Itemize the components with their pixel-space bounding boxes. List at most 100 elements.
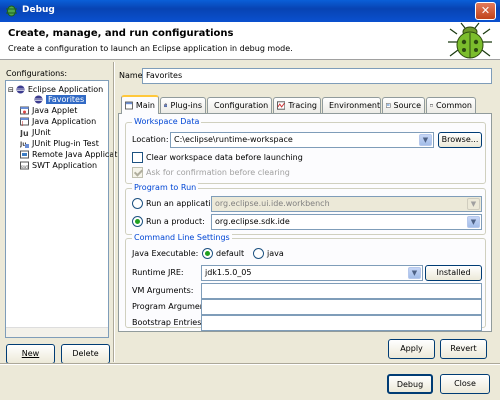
- tree-item-eclipse-application[interactable]: ⊟ Eclipse Application: [8, 85, 103, 94]
- tab-label: Tracing: [288, 101, 317, 110]
- tab-plug-ins[interactable]: Plug-ins: [160, 97, 206, 113]
- remote-java-icon: [20, 150, 29, 159]
- runtime-jre-value: jdk1.5.0_05: [205, 268, 252, 277]
- tree-item-swt-application[interactable]: SWT SWT Application: [20, 161, 97, 170]
- tab-tracing[interactable]: Tracing: [273, 97, 321, 113]
- tree-item-label: Java Application: [32, 117, 97, 126]
- tab-label: Configuration: [214, 101, 269, 110]
- tree-item-favorites[interactable]: Favorites: [34, 95, 87, 104]
- close-button-label: Close: [454, 379, 476, 388]
- tab-label: Plug-ins: [170, 101, 202, 110]
- run-application-radio[interactable]: [132, 198, 143, 209]
- apply-button-label: Apply: [400, 344, 423, 353]
- tree-item-label: Eclipse Application: [27, 85, 104, 94]
- command-line-settings-group: Command Line Settings Java Executable: d…: [125, 233, 486, 331]
- program-arguments-field[interactable]: [201, 299, 482, 315]
- delete-button[interactable]: Delete: [61, 344, 110, 364]
- tree-item-junit[interactable]: Ju JUnit: [20, 128, 51, 137]
- location-combo[interactable]: C:\eclipse\runtime-workspace ▼: [170, 132, 434, 148]
- chevron-down-icon[interactable]: ▼: [408, 267, 421, 279]
- tree-item-remote-java-application[interactable]: Remote Java Applicati: [20, 150, 120, 159]
- tab-configuration[interactable]: Configuration: [207, 97, 272, 113]
- common-icon: [430, 104, 433, 107]
- tree-item-java-application[interactable]: J Java Application: [20, 117, 96, 126]
- main-tab-icon: [125, 101, 133, 110]
- location-label: Location:: [132, 135, 169, 144]
- java-app-icon: J: [20, 117, 29, 126]
- workspace-data-group: Workspace Data Location: C:\eclipse\runt…: [125, 117, 486, 184]
- delete-button-label: Delete: [72, 349, 99, 358]
- run-product-radio[interactable]: [132, 216, 143, 227]
- tree-item-label: SWT Application: [32, 161, 98, 170]
- tree-horizontal-scrollbar[interactable]: [6, 327, 108, 337]
- command-line-settings-title: Command Line Settings: [132, 233, 232, 242]
- configurations-tree[interactable]: ⊟ Eclipse Application Favorites Java App…: [5, 80, 120, 338]
- java-default-radio[interactable]: [202, 248, 213, 259]
- chevron-down-icon[interactable]: ▼: [467, 216, 480, 228]
- tab-label: Main: [135, 101, 155, 110]
- tab-label: Source: [393, 101, 421, 110]
- product-value: org.eclipse.sdk.ide: [215, 217, 290, 226]
- junit-icon: Ju: [20, 129, 29, 137]
- tree-item-label: Java Applet: [32, 106, 78, 115]
- application-combo[interactable]: org.eclipse.ui.ide.workbench ▼: [211, 196, 482, 212]
- ask-confirmation-checkbox[interactable]: [132, 167, 143, 178]
- header-title: Create, manage, and run configurations: [8, 28, 234, 39]
- main-tab-panel: Workspace Data Location: C:\eclipse\runt…: [118, 113, 492, 332]
- header-subtitle: Create a configuration to launch an Ecli…: [8, 44, 293, 53]
- product-combo[interactable]: org.eclipse.sdk.ide ▼: [211, 214, 482, 230]
- clear-workspace-checkbox[interactable]: [132, 152, 143, 163]
- close-button[interactable]: Close: [440, 374, 490, 394]
- bootstrap-entries-label: Bootstrap Entries:: [132, 318, 205, 327]
- runtime-jre-combo[interactable]: jdk1.5.0_05 ▼: [201, 265, 423, 281]
- ask-confirmation-label: Ask for confirmation before clearing: [146, 168, 290, 177]
- tree-item-label: Favorites: [46, 95, 87, 104]
- program-to-run-group: Program to Run Run an application: org.e…: [125, 183, 486, 235]
- eclipse-icon: [16, 85, 25, 94]
- applet-icon: [20, 106, 29, 115]
- browse-button-label: Browse...: [441, 135, 479, 144]
- installed-jres-button[interactable]: Installed JREs...: [425, 265, 482, 291]
- tree-item-label: Remote Java Applicati: [32, 150, 120, 159]
- swt-icon: SWT: [20, 161, 29, 170]
- new-button[interactable]: New: [6, 344, 55, 364]
- application-value: org.eclipse.ui.ide.workbench: [215, 199, 330, 208]
- tree-item-label: JUnit: [32, 128, 51, 137]
- apply-button[interactable]: Apply: [388, 339, 435, 359]
- location-value: C:\eclipse\runtime-workspace: [174, 135, 293, 144]
- tab-main[interactable]: Main: [121, 95, 159, 114]
- pane-divider[interactable]: [113, 62, 115, 362]
- title-bar: Debug ✕: [0, 0, 500, 22]
- junit-plugin-icon: Ju: [20, 141, 29, 148]
- dialog-header: Create, manage, and run configurations C…: [0, 22, 500, 60]
- bug-icon: [448, 22, 492, 59]
- tab-common[interactable]: Common: [426, 97, 476, 113]
- tree-item-junit-plugin-test[interactable]: Ju JUnit Plug-in Test: [20, 139, 99, 148]
- browse-button[interactable]: Browse...: [438, 132, 482, 148]
- chevron-down-icon[interactable]: ▼: [419, 134, 432, 146]
- svg-text:SWT: SWT: [21, 165, 29, 169]
- bootstrap-entries-field[interactable]: [201, 315, 482, 331]
- run-product-label: Run a product:: [146, 217, 205, 226]
- debug-app-icon: [6, 5, 17, 17]
- tab-source[interactable]: Source: [382, 97, 425, 113]
- runtime-jre-label: Runtime JRE:: [132, 268, 184, 277]
- window-title: Debug: [22, 5, 55, 15]
- chevron-down-icon[interactable]: ▼: [467, 198, 480, 210]
- name-field[interactable]: Favorites: [142, 68, 492, 84]
- debug-button[interactable]: Debug: [387, 374, 433, 394]
- configurations-label: Configurations:: [6, 69, 68, 78]
- revert-button-label: Revert: [450, 344, 477, 353]
- close-window-button[interactable]: ✕: [475, 2, 496, 20]
- debug-button-label: Debug: [396, 380, 424, 389]
- new-button-label: New: [21, 349, 40, 358]
- tab-label: Common: [435, 101, 472, 110]
- tree-item-java-applet[interactable]: Java Applet: [20, 106, 77, 115]
- java-java-radio[interactable]: [253, 248, 264, 259]
- collapse-icon[interactable]: ⊟: [8, 86, 14, 94]
- tab-label: Environment: [329, 101, 381, 110]
- vm-arguments-label: VM Arguments:: [132, 286, 194, 295]
- tab-environment[interactable]: Environment: [322, 97, 381, 113]
- vm-arguments-field[interactable]: [201, 283, 482, 299]
- revert-button[interactable]: Revert: [440, 339, 487, 359]
